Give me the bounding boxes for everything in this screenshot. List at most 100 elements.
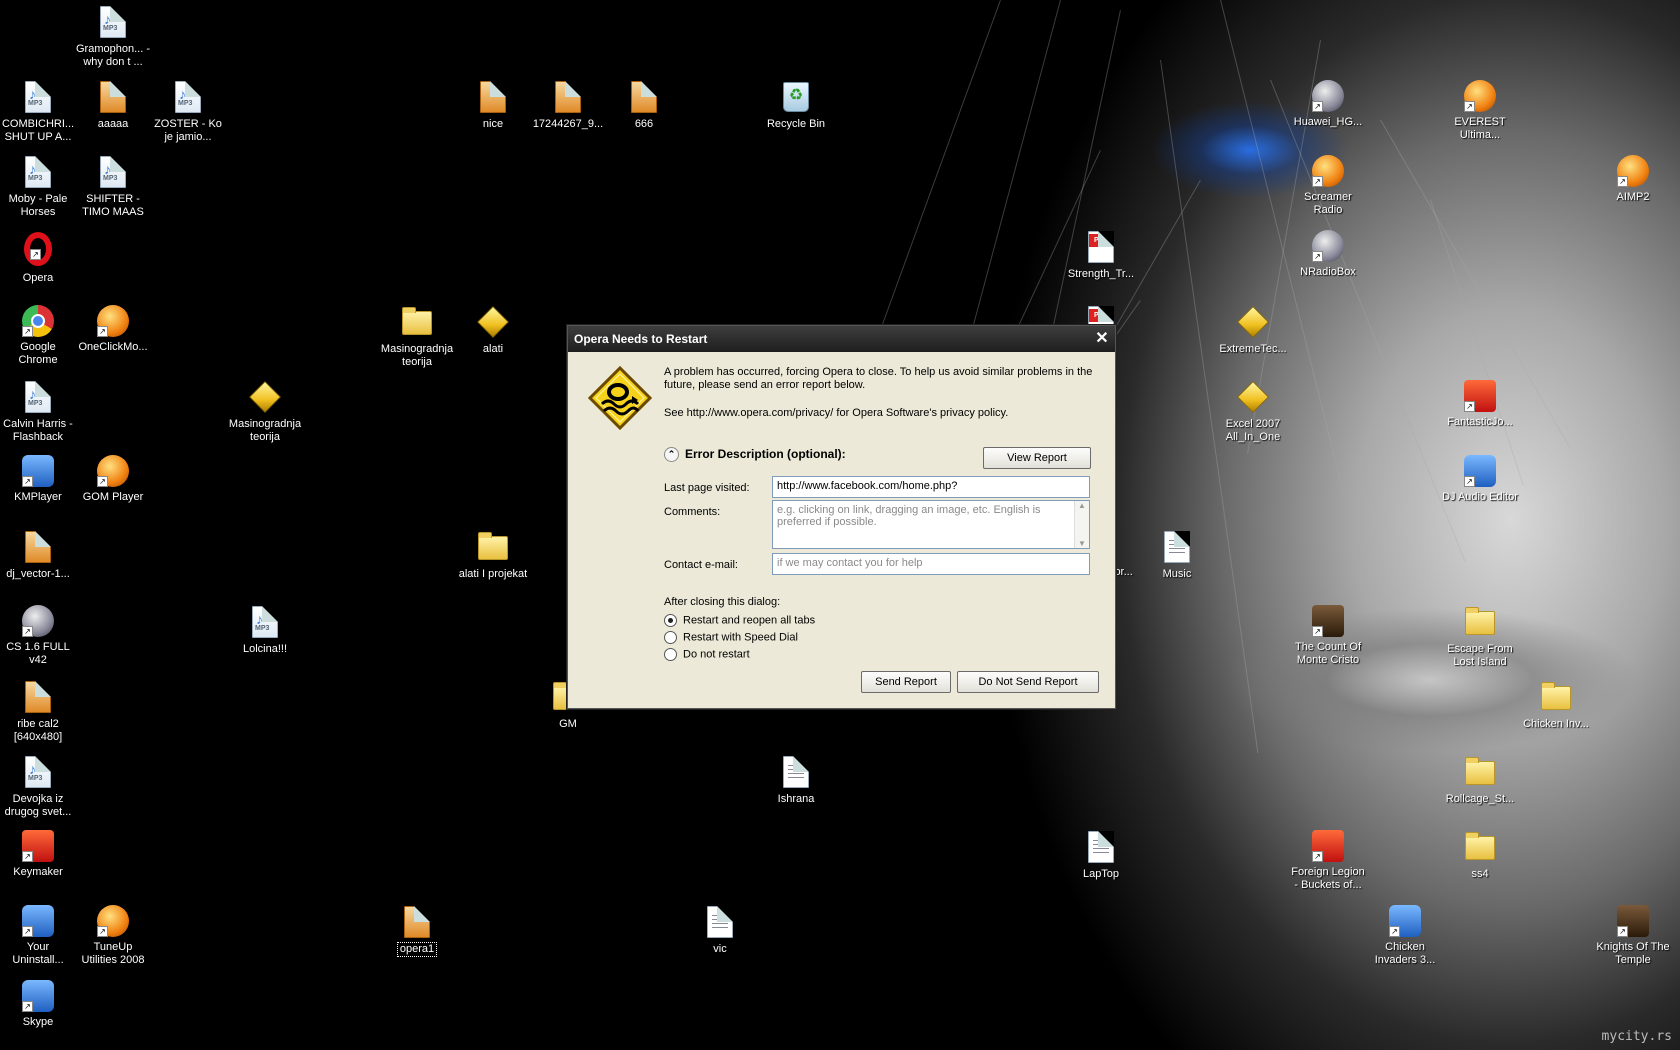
- desktop-icon[interactable]: ↗ AIMP2: [1595, 155, 1671, 204]
- desktop-icon[interactable]: ↗ Skype: [0, 980, 76, 1029]
- radio-restart-reopen-tabs[interactable]: Restart and reopen all tabs: [664, 614, 815, 627]
- mp3-file-icon: ♪ MP3: [25, 156, 51, 188]
- desktop-icon[interactable]: Masinogradnja teorija: [379, 305, 455, 369]
- desktop-icon[interactable]: nice: [455, 80, 531, 131]
- desktop-icon[interactable]: aaaaa: [75, 80, 151, 131]
- shortcut-arrow-icon: ↗: [22, 1001, 33, 1012]
- contact-email-label: Contact e-mail:: [664, 559, 738, 571]
- text-file-icon: [1164, 531, 1190, 563]
- desktop-icon[interactable]: Excel 2007 All_In_One: [1215, 380, 1291, 444]
- desktop-icon[interactable]: ↗ TuneUp Utilities 2008: [75, 905, 151, 967]
- desktop-icon-label: Lolcina!!!: [242, 643, 288, 655]
- desktop-icon[interactable]: PDF Strength_Tr...: [1063, 230, 1139, 281]
- desktop-icon[interactable]: ♪ MP3 SHIFTER - TIMO MAAS: [75, 155, 151, 219]
- desktop-icon[interactable]: LapTop: [1063, 830, 1139, 881]
- desktop-icon[interactable]: ♪ MP3 ZOSTER - Ko je jamio...: [150, 80, 226, 144]
- view-report-button[interactable]: View Report: [983, 447, 1091, 469]
- desktop-icon[interactable]: ↗ Screamer Radio: [1290, 155, 1366, 217]
- shortcut-arrow-icon: ↗: [22, 476, 33, 487]
- desktop-icon[interactable]: ↗ CS 1.6 FULL v42: [0, 605, 76, 667]
- desktop-icon[interactable]: 666: [606, 80, 682, 131]
- desktop-icon[interactable]: ↗ EVEREST Ultima...: [1442, 80, 1518, 142]
- radio-button-selected[interactable]: [664, 614, 677, 627]
- desktop-icon[interactable]: ↗ Chicken Invaders 3...: [1367, 905, 1443, 967]
- desktop-icon[interactable]: ♻ Recycle Bin: [758, 80, 834, 131]
- archive-file-icon: [555, 81, 581, 113]
- desktop-icon[interactable]: ss4: [1442, 830, 1518, 881]
- chrome-icon: ↗: [22, 305, 54, 337]
- desktop-icon[interactable]: ♪ MP3 COMBICHRI... SHUT UP A...: [0, 80, 76, 144]
- contact-email-field[interactable]: if we may contact you for help: [772, 553, 1090, 575]
- comments-placeholder: e.g. clicking on link, dragging an image…: [777, 504, 1041, 528]
- desktop-icon-label: Excel 2007 All_In_One: [1225, 418, 1281, 443]
- send-report-button[interactable]: Send Report: [861, 671, 951, 693]
- desktop-icon[interactable]: dj_vector-1...: [0, 530, 76, 581]
- desktop-icon[interactable]: ↗ Opera: [0, 230, 76, 285]
- desktop-icon-label: ExtremeTec...: [1219, 343, 1287, 355]
- desktop-icon-label: GM: [559, 718, 577, 730]
- shortcut-arrow-icon: ↗: [22, 851, 33, 862]
- desktop-icon[interactable]: ↗ The Count Of Monte Cristo: [1290, 605, 1366, 667]
- desktop-icon[interactable]: Masinogradnja teorija: [227, 380, 303, 444]
- last-page-label: Last page visited:: [664, 482, 750, 494]
- comments-scrollbar[interactable]: ▲ ▼: [1074, 501, 1089, 548]
- desktop-icon[interactable]: ↗ FantasticJo...: [1442, 380, 1518, 429]
- desktop-icon[interactable]: alati: [455, 305, 531, 356]
- shortcut-arrow-icon: ↗: [1617, 176, 1628, 187]
- desktop-icon[interactable]: ♪ MP3 Gramophon... - why don t ...: [75, 5, 151, 69]
- desktop-icon[interactable]: ↗ DJ Audio Editor: [1442, 455, 1518, 504]
- desktop-icon[interactable]: Ishrana: [758, 755, 834, 806]
- desktop-icon[interactable]: alati I projekat: [455, 530, 531, 581]
- desktop-icon[interactable]: ♪ MP3 Devojka iz drugog svet...: [0, 755, 76, 819]
- desktop-icon[interactable]: Music: [1139, 530, 1215, 581]
- message-line-2: future, please send an error report belo…: [664, 379, 866, 391]
- error-message: A problem has occurred, forcing Opera to…: [664, 366, 1094, 392]
- desktop-icon[interactable]: ↗ Google Chrome: [0, 305, 76, 367]
- desktop-icon-label: AIMP2: [1616, 191, 1650, 203]
- desktop-icon[interactable]: ↗ OneClickMo...: [75, 305, 151, 354]
- desktop-icon[interactable]: Escape From Lost Island: [1442, 605, 1518, 669]
- desktop-icon[interactable]: ↗ KMPlayer: [0, 455, 76, 504]
- scroll-up-icon[interactable]: ▲: [1075, 501, 1089, 510]
- desktop-icon[interactable]: opera1: [379, 905, 455, 957]
- last-page-field[interactable]: http://www.facebook.com/home.php?: [772, 476, 1090, 498]
- desktop-icon-label: Moby - Pale Horses: [8, 193, 68, 218]
- desktop-icon[interactable]: ↗ Huawei_HG...: [1290, 80, 1366, 129]
- folder-icon: [402, 307, 432, 335]
- comments-field[interactable]: e.g. clicking on link, dragging an image…: [772, 500, 1090, 549]
- comments-label: Comments:: [664, 506, 721, 518]
- desktop-icon[interactable]: ♪ MP3 Moby - Pale Horses: [0, 155, 76, 219]
- desktop-icon[interactable]: ↗ Keymaker: [0, 830, 76, 879]
- collapse-chevron-icon[interactable]: ⌃: [664, 447, 679, 463]
- desktop-icon-label: Masinogradnja teorija: [380, 343, 454, 368]
- desktop-icon-label: Rollcage_St...: [1445, 793, 1515, 805]
- error-description-header[interactable]: ⌃ Error Description (optional):: [664, 447, 846, 463]
- radio-button[interactable]: [664, 631, 677, 644]
- desktop-icon[interactable]: ♪ MP3 Calvin Harris - Flashback: [0, 380, 76, 444]
- desktop-icon[interactable]: ↗ GOM Player: [75, 455, 151, 504]
- desktop-icon[interactable]: Chicken Inv...: [1518, 680, 1594, 731]
- desktop-icon[interactable]: ♪ MP3 Lolcina!!!: [227, 605, 303, 656]
- close-button[interactable]: ✕: [1093, 330, 1111, 348]
- dialog-titlebar[interactable]: Opera Needs to Restart ✕: [568, 326, 1115, 352]
- desktop-icon[interactable]: ↗ Foreign Legion - Buckets of...: [1290, 830, 1366, 892]
- desktop-icon[interactable]: 17244267_9...: [530, 80, 606, 131]
- radio-button[interactable]: [664, 648, 677, 661]
- folder-icon: [478, 532, 508, 560]
- desktop-icon[interactable]: vic: [682, 905, 758, 956]
- desktop-icon[interactable]: ribe cal2 [640x480]: [0, 680, 76, 744]
- scroll-down-icon[interactable]: ▼: [1075, 539, 1089, 548]
- desktop-icon[interactable]: ↗ NRadioBox: [1290, 230, 1366, 279]
- desktop-icon-label: ss4: [1471, 868, 1489, 880]
- app-icon: ↗: [22, 455, 54, 487]
- radio-restart-speed-dial[interactable]: Restart with Speed Dial: [664, 631, 798, 644]
- desktop-icon[interactable]: ↗ Your Uninstall...: [0, 905, 76, 967]
- shortcut-arrow-icon: ↗: [1312, 101, 1323, 112]
- radio-do-not-restart[interactable]: Do not restart: [664, 648, 750, 661]
- desktop-icon-label: Knights Of The Temple: [1596, 941, 1670, 966]
- desktop-icon[interactable]: ExtremeTec...: [1215, 305, 1291, 356]
- desktop-icon[interactable]: Rollcage_St...: [1442, 755, 1518, 806]
- app-icon: ↗: [1312, 230, 1344, 262]
- desktop-icon[interactable]: ↗ Knights Of The Temple: [1595, 905, 1671, 967]
- do-not-send-report-button[interactable]: Do Not Send Report: [957, 671, 1099, 693]
